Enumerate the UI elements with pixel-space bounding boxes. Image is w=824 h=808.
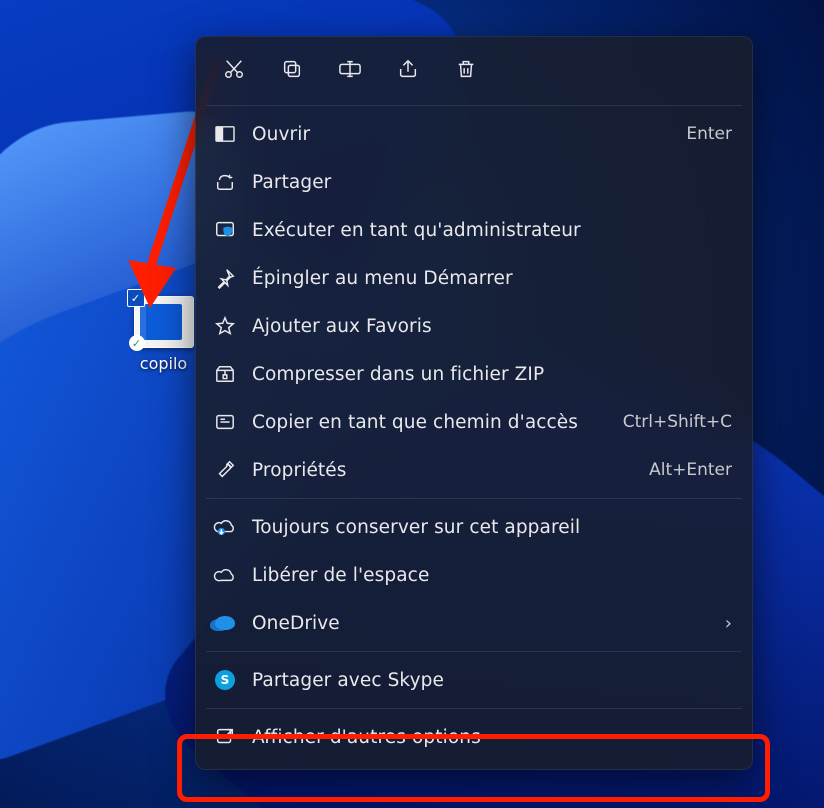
share-icon <box>397 58 419 80</box>
menu-item-label: Partager avec Skype <box>252 670 732 691</box>
properties-menu-item[interactable]: Propriétés Alt+Enter <box>202 446 746 494</box>
share-menu-item[interactable]: Partager <box>202 158 746 206</box>
menu-item-label: Ouvrir <box>252 124 672 145</box>
menu-separator <box>206 105 742 106</box>
rename-button[interactable] <box>324 47 376 91</box>
menu-item-label: Épingler au menu Démarrer <box>252 268 732 289</box>
share-arrow-icon <box>212 170 238 194</box>
copy-icon <box>281 58 303 80</box>
always-keep-menu-item[interactable]: Toujours conserver sur cet appareil <box>202 503 746 551</box>
trash-icon <box>455 58 477 80</box>
context-menu-toolbar <box>202 45 746 101</box>
share-with-skype-menu-item[interactable]: S Partager avec Skype <box>202 656 746 704</box>
menu-item-label: Copier en tant que chemin d'accès <box>252 412 609 433</box>
menu-item-label: Libérer de l'espace <box>252 565 732 586</box>
add-to-favorites-menu-item[interactable]: Ajouter aux Favoris <box>202 302 746 350</box>
cloud-icon <box>212 563 238 587</box>
menu-item-shortcut: Alt+Enter <box>649 460 732 480</box>
menu-item-shortcut: Ctrl+Shift+C <box>623 412 732 432</box>
skype-icon: S <box>212 668 238 692</box>
delete-button[interactable] <box>440 47 492 91</box>
desktop-file-label: copilo <box>126 354 201 373</box>
menu-item-label: Ajouter aux Favoris <box>252 316 732 337</box>
menu-item-label: Compresser dans un fichier ZIP <box>252 364 732 385</box>
menu-separator <box>206 498 742 499</box>
copy-as-path-menu-item[interactable]: Copier en tant que chemin d'accès Ctrl+S… <box>202 398 746 446</box>
open-menu-item[interactable]: Ouvrir Enter <box>202 110 746 158</box>
zip-icon <box>212 362 238 386</box>
onedrive-icon <box>212 611 238 635</box>
compress-zip-menu-item[interactable]: Compresser dans un fichier ZIP <box>202 350 746 398</box>
free-up-space-menu-item[interactable]: Libérer de l'espace <box>202 551 746 599</box>
menu-separator <box>206 708 742 709</box>
share-button[interactable] <box>382 47 434 91</box>
selected-checkmark-icon: ✓ <box>127 289 145 307</box>
menu-item-label: OneDrive <box>252 613 711 634</box>
menu-item-label: Afficher d'autres options <box>252 727 732 748</box>
menu-item-label: Exécuter en tant qu'administrateur <box>252 220 732 241</box>
context-menu: Ouvrir Enter Partager Exécuter en tant q… <box>195 36 753 770</box>
menu-item-label: Partager <box>252 172 732 193</box>
star-icon <box>212 314 238 338</box>
cloud-download-icon <box>212 515 238 539</box>
copy-path-icon <box>212 410 238 434</box>
onedrive-menu-item[interactable]: OneDrive › <box>202 599 746 647</box>
copy-button[interactable] <box>266 47 318 91</box>
sync-status-icon: ✓ <box>129 335 145 351</box>
cut-button[interactable] <box>208 47 260 91</box>
file-thumbnail: ✓ ✓ <box>134 296 194 348</box>
open-with-icon <box>212 725 238 749</box>
show-more-options-menu-item[interactable]: Afficher d'autres options <box>202 713 746 761</box>
shield-admin-icon <box>212 218 238 242</box>
desktop-file-icon[interactable]: ✓ ✓ copilo <box>126 296 201 373</box>
run-as-admin-menu-item[interactable]: Exécuter en tant qu'administrateur <box>202 206 746 254</box>
pin-to-start-menu-item[interactable]: Épingler au menu Démarrer <box>202 254 746 302</box>
chevron-right-icon: › <box>725 613 732 634</box>
pin-icon <box>212 266 238 290</box>
menu-item-label: Propriétés <box>252 460 635 481</box>
wrench-icon <box>212 458 238 482</box>
menu-separator <box>206 651 742 652</box>
menu-item-shortcut: Enter <box>686 124 732 144</box>
open-icon <box>212 122 238 146</box>
rename-icon <box>338 58 362 80</box>
scissors-icon <box>223 58 245 80</box>
menu-item-label: Toujours conserver sur cet appareil <box>252 517 732 538</box>
